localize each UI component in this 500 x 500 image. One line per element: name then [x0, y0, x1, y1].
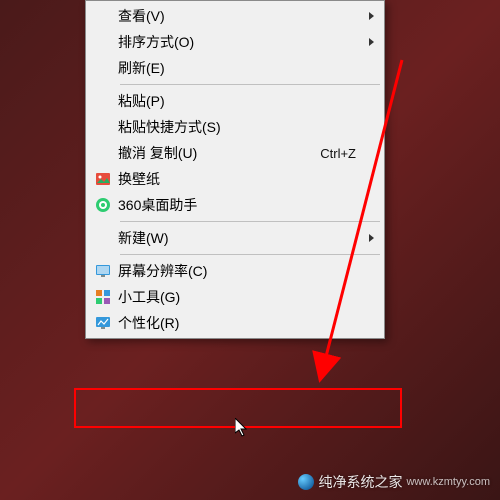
menu-separator [120, 254, 380, 255]
menu-item-360assistant[interactable]: 360桌面助手 [88, 192, 382, 218]
chevron-right-icon [369, 234, 374, 242]
menu-item-personalize[interactable]: 个性化(R) [88, 310, 382, 336]
desktop-background: 查看(V) 排序方式(O) 刷新(E) 粘贴(P) 粘贴快捷方式(S) 撤消 复… [0, 0, 500, 500]
mouse-cursor-icon [235, 418, 249, 438]
watermark-logo-icon [298, 474, 314, 490]
menu-separator [120, 84, 380, 85]
menu-item-gadgets[interactable]: 小工具(G) [88, 284, 382, 310]
menu-item-paste-shortcut[interactable]: 粘贴快捷方式(S) [88, 114, 382, 140]
desktop-context-menu: 查看(V) 排序方式(O) 刷新(E) 粘贴(P) 粘贴快捷方式(S) 撤消 复… [85, 0, 385, 339]
chevron-right-icon [369, 38, 374, 46]
menu-label: 个性化(R) [118, 313, 374, 333]
menu-label: 新建(W) [118, 228, 374, 248]
menu-label: 360桌面助手 [118, 195, 374, 215]
menu-label: 撤消 复制(U) [118, 143, 320, 163]
menu-label: 刷新(E) [118, 58, 374, 78]
menu-separator [120, 221, 380, 222]
chevron-right-icon [369, 12, 374, 20]
menu-item-undo[interactable]: 撤消 复制(U) Ctrl+Z [88, 140, 382, 166]
wallpaper-icon [88, 171, 118, 187]
menu-label: 粘贴(P) [118, 91, 374, 111]
menu-label: 粘贴快捷方式(S) [118, 117, 374, 137]
menu-item-sort[interactable]: 排序方式(O) [88, 29, 382, 55]
gadgets-icon [88, 289, 118, 305]
menu-label: 小工具(G) [118, 287, 374, 307]
menu-label: 排序方式(O) [118, 32, 374, 52]
menu-label: 换壁纸 [118, 169, 374, 189]
watermark-url: www.kzmtyy.com [406, 476, 490, 488]
assistant-icon [88, 197, 118, 213]
menu-item-refresh[interactable]: 刷新(E) [88, 55, 382, 81]
menu-label: 查看(V) [118, 6, 374, 26]
menu-item-resolution[interactable]: 屏幕分辨率(C) [88, 258, 382, 284]
menu-item-new[interactable]: 新建(W) [88, 225, 382, 251]
personalize-icon [88, 315, 118, 331]
menu-item-wallpaper[interactable]: 换壁纸 [88, 166, 382, 192]
watermark-text: 纯净系统之家 [318, 472, 402, 492]
watermark: 纯净系统之家 www.kzmtyy.com [298, 472, 490, 492]
menu-label: 屏幕分辨率(C) [118, 261, 374, 281]
resolution-icon [88, 263, 118, 279]
annotation-highlight-box [74, 388, 402, 428]
menu-item-view[interactable]: 查看(V) [88, 3, 382, 29]
menu-item-paste[interactable]: 粘贴(P) [88, 88, 382, 114]
menu-shortcut: Ctrl+Z [320, 146, 374, 161]
